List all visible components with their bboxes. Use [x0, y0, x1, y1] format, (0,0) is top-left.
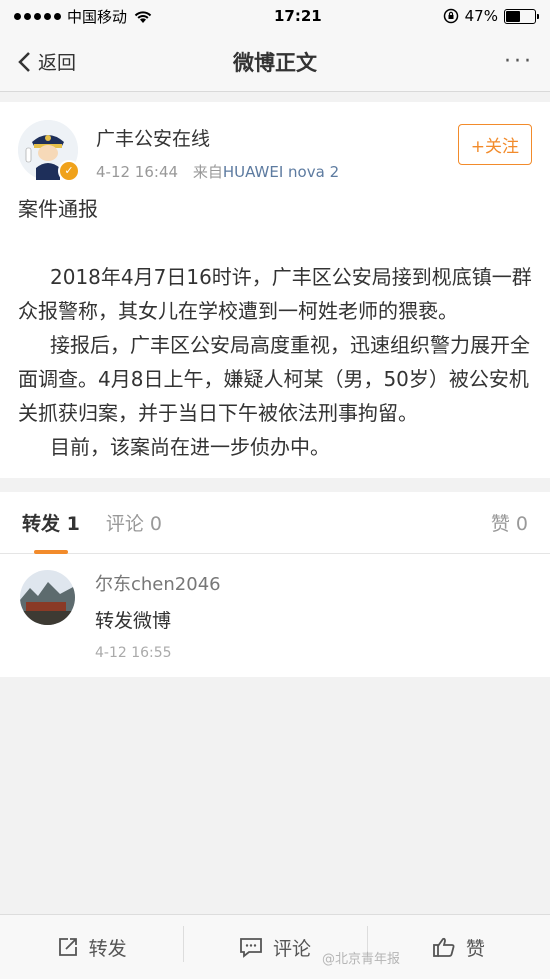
repost-text: 转发微博 — [95, 610, 172, 632]
battery-percent: 47% — [464, 7, 498, 25]
verified-badge-icon: ✓ — [58, 160, 80, 182]
thumbs-up-icon — [432, 937, 455, 957]
back-button[interactable]: 返回 — [16, 48, 76, 75]
page-title: 微博正文 — [233, 50, 317, 75]
post-title: 案件通报 — [18, 197, 98, 221]
follow-button[interactable]: +关注 — [457, 124, 532, 165]
post-time: 4-12 16:44 — [96, 163, 179, 181]
post-body: 案件通报 2018年4月7日16时许，广丰区公安局接到枧底镇一群众报警称，其女儿… — [18, 192, 532, 464]
comment-label: 评论 — [272, 937, 311, 960]
tab-reposts[interactable]: 转发 1 — [22, 509, 80, 554]
avatar[interactable] — [20, 570, 75, 625]
tab-likes[interactable]: 赞 0 — [491, 509, 528, 536]
landscape-avatar-image — [20, 570, 75, 625]
clock: 17:21 — [273, 7, 322, 25]
post-paragraph: 2018年4月7日16时许，广丰区公安局接到枧底镇一群众报警称，其女儿在学校遭到… — [18, 265, 532, 323]
list-item[interactable]: 尔东chen2046 转发微博 4-12 16:55 — [0, 554, 550, 677]
author-name[interactable]: 广丰公安在线 — [96, 124, 458, 151]
share-icon — [58, 938, 77, 956]
post-source[interactable]: HUAWEI nova 2 — [223, 163, 339, 181]
comment-icon — [240, 938, 262, 958]
bottom-action-bar: 转发 评论 赞 @北京青年报 — [0, 914, 550, 979]
wifi-icon — [134, 10, 152, 23]
more-menu-button[interactable]: ··· — [504, 49, 534, 74]
navbar: 返回 微博正文 ··· — [0, 32, 550, 92]
like-label: 赞 — [465, 937, 485, 960]
back-label: 返回 — [38, 52, 77, 74]
watermark: @北京青年报 — [321, 952, 400, 967]
carrier-label: 中国移动 — [67, 7, 128, 26]
post-paragraph: 接报后，广丰区公安局高度重视，迅速组织警力展开全面调查。4月8日上午，嫌疑人柯某… — [18, 333, 530, 425]
battery-icon — [503, 8, 539, 24]
post-paragraph: 目前，该案尚在进一步侦办中。 — [50, 435, 330, 459]
chevron-left-icon — [18, 51, 30, 72]
status-bar: 中国移动 17:21 47% — [0, 0, 550, 32]
repost-time: 4-12 16:55 — [95, 645, 172, 661]
post-meta: 4-12 16:44 来自HUAWEI nova 2 — [96, 161, 458, 182]
interaction-tabs: 转发 1 评论 0 赞 0 — [0, 492, 550, 554]
repost-button[interactable]: 转发 — [0, 934, 183, 961]
signal-icon — [14, 12, 61, 20]
source-prefix: 来自 — [192, 163, 223, 181]
repost-user-name[interactable]: 尔东chen2046 — [95, 570, 221, 596]
repost-label: 转发 — [88, 937, 127, 960]
tab-comments[interactable]: 评论 0 — [106, 509, 162, 536]
rotation-lock-icon — [443, 8, 458, 24]
weibo-post: ✓ 广丰公安在线 4-12 16:44 来自HUAWEI nova 2 +关注 … — [0, 102, 550, 478]
author-avatar[interactable]: ✓ — [18, 120, 80, 182]
